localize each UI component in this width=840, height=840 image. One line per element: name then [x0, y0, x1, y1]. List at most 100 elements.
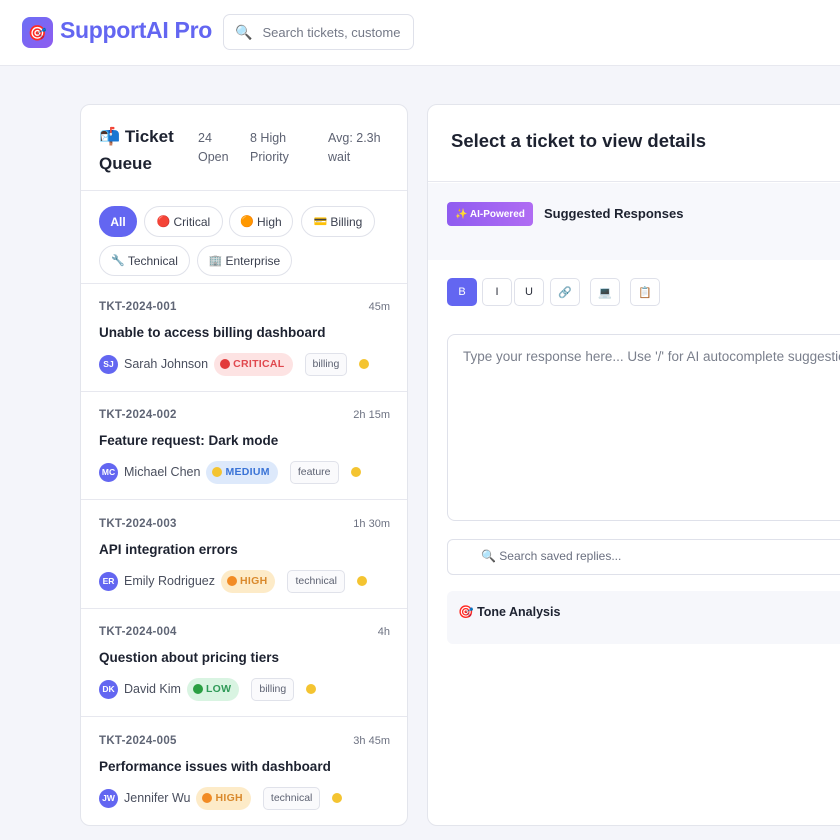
customer-name: David Kim: [124, 682, 181, 696]
filter-label: All: [110, 214, 126, 229]
priority-badge: MEDIUM: [206, 460, 278, 484]
link-icon: 🔗: [558, 286, 572, 299]
filter-label: High: [257, 214, 282, 229]
ticket-time: 45m: [368, 301, 390, 313]
tone-analysis: 🎯 Tone Analysis: [447, 591, 840, 644]
yellow-circle-icon: [212, 467, 223, 477]
avatar: JW: [99, 788, 118, 808]
ticket-item[interactable]: TKT-2024-002 2h 15m Feature request: Dar…: [81, 392, 407, 500]
priority-badge: HIGH: [196, 786, 251, 810]
link-button[interactable]: 🔗: [550, 278, 580, 306]
top-header: 🎯 SupportAI Pro 🔍: [0, 0, 840, 66]
avatar: ER: [99, 571, 118, 591]
ticket-time: 1h 30m: [353, 518, 390, 530]
ticket-meta: SJ Sarah Johnson CRITICAL billing: [99, 352, 370, 376]
orange-circle-icon: 🟠: [240, 216, 254, 228]
target-icon: 🎯: [458, 605, 474, 619]
stat-open: 24 Open: [198, 131, 229, 164]
sentiment-icon: [356, 576, 367, 586]
stat-avg-wait: Avg: 2.3h wait: [328, 131, 381, 164]
sentiment-icon: [332, 793, 343, 803]
priority-badge: CRITICAL: [214, 352, 293, 376]
ticket-time: 4h: [377, 626, 390, 638]
global-search-input[interactable]: [262, 24, 401, 40]
ticket-id: TKT-2024-002: [99, 409, 177, 421]
bold-button[interactable]: B: [447, 278, 477, 306]
ticket-subject: API integration errors: [99, 542, 238, 557]
mailbox-icon: 📬: [99, 127, 121, 146]
ticket-item[interactable]: TKT-2024-004 4h Question about pricing t…: [81, 609, 407, 717]
filter-label: Enterprise: [225, 253, 281, 268]
ticket-subject: Unable to access billing dashboard: [99, 325, 326, 340]
ticket-queue-panel: 📬 Ticket Queue 24 Open 8 High Priority A…: [80, 104, 408, 826]
queue-header: 📬 Ticket Queue 24 Open 8 High Priority A…: [81, 105, 407, 191]
sentiment-icon: [306, 684, 317, 694]
queue-title: 📬 Ticket Queue: [99, 123, 183, 177]
wrench-icon: 🔧: [111, 255, 125, 267]
code-button[interactable]: 💻: [590, 278, 620, 306]
red-circle-icon: 🔴: [156, 216, 171, 228]
building-icon: 🏢: [208, 255, 223, 267]
ai-powered-badge: ✨ AI-Powered: [447, 202, 533, 226]
filter-all[interactable]: All: [99, 206, 137, 237]
detail-title: Select a ticket to view details: [451, 130, 706, 151]
priority-label: HIGH: [240, 575, 268, 587]
ticket-id: TKT-2024-004: [99, 626, 177, 638]
underline-button[interactable]: U: [514, 278, 544, 306]
search-icon: 🔍: [235, 23, 253, 40]
orange-circle-icon: [227, 576, 238, 586]
template-button[interactable]: 📋: [630, 278, 660, 306]
priority-label: HIGH: [215, 792, 243, 804]
saved-replies-search[interactable]: [447, 539, 840, 575]
priority-label: LOW: [205, 683, 232, 695]
avatar: DK: [99, 679, 118, 699]
filter-enterprise[interactable]: 🏢 Enterprise: [197, 245, 292, 276]
ticket-meta: MC Michael Chen MEDIUM feature: [99, 460, 361, 484]
ticket-subject: Feature request: Dark mode: [99, 433, 279, 448]
category-tag: billing: [251, 677, 295, 701]
filter-critical[interactable]: 🔴 Critical: [144, 206, 223, 237]
stat-high-priority: 8 High Priority: [250, 131, 289, 164]
customer-name: Michael Chen: [124, 465, 201, 479]
priority-badge: HIGH: [221, 569, 276, 593]
ticket-subject: Performance issues with dashboard: [99, 759, 331, 774]
ticket-id: TKT-2024-001: [99, 301, 177, 313]
ticket-item[interactable]: TKT-2024-003 1h 30m API integration erro…: [81, 501, 407, 609]
ticket-meta: ER Emily Rodriguez HIGH technical: [99, 569, 367, 593]
tone-analysis-text: Tone Analysis: [477, 605, 561, 619]
ticket-item[interactable]: TKT-2024-001 45m Unable to access billin…: [81, 284, 407, 392]
suggested-responses-title: Suggested Responses: [544, 206, 684, 221]
suggested-responses: ✨ AI-Powered Suggested Responses: [428, 183, 840, 260]
avatar: SJ: [99, 354, 118, 374]
filter-label: Billing: [330, 214, 363, 229]
category-tag: technical: [262, 786, 321, 810]
global-search[interactable]: 🔍: [223, 14, 414, 50]
priority-label: CRITICAL: [233, 358, 285, 370]
logo-icon: 🎯: [22, 17, 53, 48]
ticket-item[interactable]: TKT-2024-005 3h 45m Performance issues w…: [81, 718, 407, 825]
laptop-icon: 💻: [598, 286, 612, 299]
detail-header: Select a ticket to view details: [428, 105, 840, 182]
saved-replies-input[interactable]: [481, 549, 840, 563]
green-circle-icon: [192, 684, 203, 694]
priority-badge: LOW: [186, 677, 240, 701]
credit-card-icon: 💳: [313, 216, 328, 228]
ticket-meta: DK David Kim LOW billing: [99, 677, 317, 701]
app-title: SupportAI Pro: [60, 17, 212, 43]
filter-billing[interactable]: 💳 Billing: [301, 206, 375, 237]
sentiment-icon: [359, 359, 370, 369]
ticket-detail-panel: Select a ticket to view details ✨ AI-Pow…: [427, 104, 840, 826]
ticket-subject: Question about pricing tiers: [99, 650, 280, 665]
category-tag: technical: [287, 569, 345, 593]
sentiment-icon: [350, 467, 361, 477]
clipboard-icon: 📋: [638, 286, 652, 299]
filter-high[interactable]: 🟠 High: [229, 206, 293, 237]
customer-name: Jennifer Wu: [124, 791, 191, 805]
italic-button[interactable]: I: [482, 278, 512, 306]
response-textarea[interactable]: [463, 349, 840, 499]
filter-technical[interactable]: 🔧 Technical: [99, 245, 190, 276]
ticket-time: 3h 45m: [353, 735, 390, 747]
filter-chips: All 🔴 Critical 🟠 High 💳 Billing 🔧 Techni…: [81, 191, 407, 284]
ticket-id: TKT-2024-005: [99, 735, 177, 747]
response-editor[interactable]: [447, 334, 840, 521]
